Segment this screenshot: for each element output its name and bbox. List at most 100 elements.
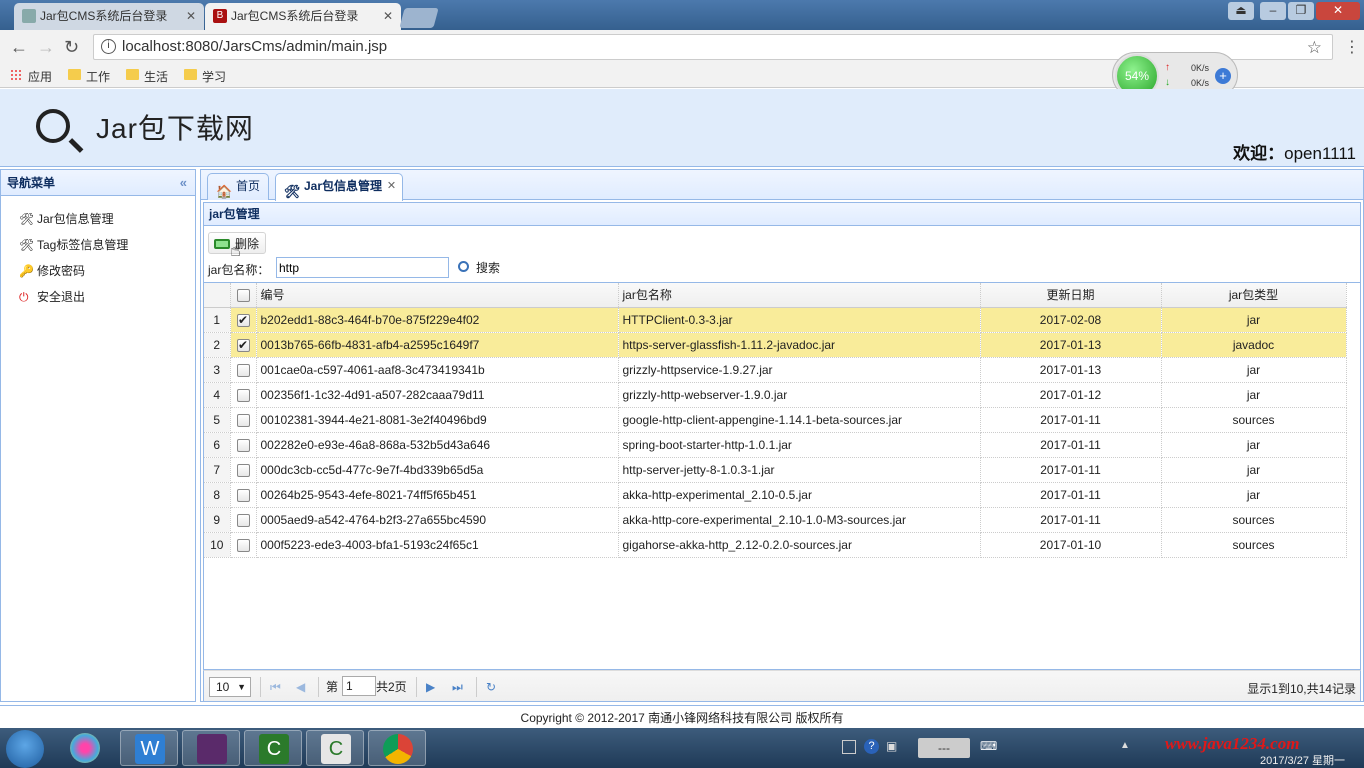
bookmark-star-icon[interactable]: ☆ (1307, 36, 1322, 60)
back-arrow-icon[interactable]: ← (10, 37, 28, 58)
info-icon[interactable]: i (101, 39, 116, 54)
row-checkbox[interactable] (236, 388, 250, 402)
browser-tab-1[interactable]: Jar包CMS系统后台登录 ✕ (14, 3, 204, 30)
row-checkbox[interactable] (236, 513, 250, 527)
bookmark-life[interactable]: 生活 (126, 68, 168, 85)
refresh-icon[interactable]: ↻ (486, 677, 496, 697)
cell-id: 000dc3cb-cc5d-477c-9e7f-4bd339b65d5a (256, 457, 619, 483)
close-window-button[interactable]: ✕ (1316, 2, 1360, 20)
nav-item-jar-info[interactable]: 🛠 Jar包信息管理 (1, 206, 195, 232)
page-size-select[interactable]: 10 ▼ (209, 677, 251, 697)
show-hidden-icons-icon[interactable]: ▲ (1120, 740, 1130, 751)
cell-date: 2017-01-12 (980, 382, 1162, 408)
row-checkbox-cell[interactable]: ✔ (230, 307, 257, 333)
select-all-checkbox[interactable] (236, 288, 250, 302)
close-tab-icon[interactable]: ✕ (387, 174, 396, 199)
user-icon[interactable]: ⏏ (1228, 2, 1254, 20)
keyboard-icon[interactable]: ⌨ (980, 739, 997, 753)
row-checkbox[interactable] (236, 463, 250, 477)
select-all-checkbox-cell[interactable] (230, 283, 257, 308)
forward-arrow-icon[interactable]: → (37, 37, 55, 58)
row-checkbox[interactable] (236, 488, 250, 502)
bookmark-apps[interactable]: 应用 (10, 68, 52, 85)
table-row[interactable]: 9 0005aed9-a542-4764-b2f3-27a655bc4590 akk… (204, 507, 1347, 533)
bookmark-work[interactable]: 工作 (68, 68, 110, 85)
reload-icon[interactable]: ↻ (64, 37, 79, 58)
column-header-date[interactable]: 更新日期 (980, 283, 1162, 308)
cell-id: 002282e0-e93e-46a8-868a-532b5d43a646 (256, 432, 619, 458)
taskbar-app-camtasia-2[interactable]: C (306, 730, 364, 766)
last-page-icon[interactable]: ⏭ (452, 677, 463, 697)
row-checkbox-cell[interactable]: ✔ (230, 332, 257, 358)
tab-jar-info[interactable]: 🛠 Jar包信息管理 ✕ (275, 173, 404, 201)
browser-menu-icon[interactable]: ⋮ (1344, 37, 1360, 57)
row-checkbox-cell[interactable] (230, 507, 257, 533)
search-icon (458, 261, 469, 272)
tray-icon[interactable] (842, 740, 856, 754)
minimize-button[interactable]: – (1260, 2, 1286, 20)
tray-icon[interactable]: ▣ (886, 739, 897, 753)
table-row[interactable]: 4 002356f1-1c32-4d91-a507-282caaa79d11 gri… (204, 382, 1347, 408)
search-input[interactable] (276, 257, 449, 278)
start-button[interactable] (6, 730, 44, 768)
column-header-type[interactable]: jar包类型 (1161, 283, 1347, 308)
table-row[interactable]: 1 ✔ b202edd1-88c3-464f-b70e-875f229e4f02 HT… (204, 307, 1347, 333)
table-row[interactable]: 3 001cae0a-c597-4061-aaf8-3c473419341b gri… (204, 357, 1347, 383)
row-checkbox-cell[interactable] (230, 382, 257, 408)
collapse-icon[interactable]: « (180, 170, 187, 196)
maximize-button[interactable]: ❐ (1288, 2, 1314, 20)
row-checkbox[interactable] (236, 438, 250, 452)
close-tab-icon[interactable]: ✕ (186, 3, 196, 30)
prev-page-icon[interactable]: ◀ (296, 677, 305, 697)
row-checkbox-cell[interactable] (230, 407, 257, 433)
row-checkbox[interactable]: ✔ (236, 338, 250, 352)
taskbar-app-1[interactable] (56, 730, 114, 766)
next-page-icon[interactable]: ▶ (426, 677, 435, 697)
nav-item-logout[interactable]: ⏻ 安全退出 (1, 284, 195, 310)
taskbar-app-wps[interactable]: W (120, 730, 178, 766)
browser-tab-2[interactable]: B Jar包CMS系统后台登录 ✕ (205, 3, 401, 30)
footer-copyright: Copyright © 2012-2017 南通小锋网络科技有限公司 版权所有 (0, 705, 1364, 729)
row-checkbox[interactable] (236, 413, 250, 427)
search-label: jar包名称： (208, 263, 270, 277)
row-number-header (204, 283, 231, 308)
key-icon: 🔑 (19, 264, 34, 278)
table-row[interactable]: 2 ✔ 0013b765-66fb-4831-afb4-a2595c1649f7 ht… (204, 332, 1347, 358)
row-checkbox[interactable] (236, 538, 250, 552)
cell-type: sources (1161, 407, 1347, 433)
column-header-name[interactable]: jar包名称 (618, 283, 981, 308)
bookmark-study[interactable]: 学习 (184, 68, 226, 85)
taskbar-clock[interactable]: 2017/3/27 星期一 (1260, 752, 1345, 768)
plus-icon[interactable]: + (1215, 68, 1231, 84)
nav-item-change-password[interactable]: 🔑 修改密码 (1, 258, 195, 284)
row-checkbox-cell[interactable] (230, 457, 257, 483)
input-method-indicator[interactable]: --- (918, 738, 970, 758)
column-header-id[interactable]: 编号 (256, 283, 619, 308)
page-number-input[interactable]: 1 (342, 676, 376, 696)
row-checkbox[interactable] (236, 363, 250, 377)
row-checkbox-cell[interactable] (230, 432, 257, 458)
table-row[interactable]: 7 000dc3cb-cc5d-477c-9e7f-4bd339b65d5a htt… (204, 457, 1347, 483)
nav-item-tag-info[interactable]: 🛠 Tag标签信息管理 (1, 232, 195, 258)
row-checkbox-cell[interactable] (230, 532, 257, 558)
table-row[interactable]: 6 002282e0-e93e-46a8-868a-532b5d43a646 spr… (204, 432, 1347, 458)
row-checkbox[interactable]: ✔ (236, 313, 250, 327)
table-row[interactable]: 10 000f5223-ede3-4003-bfa1-5193c24f65c1 gi… (204, 532, 1347, 558)
windows-taskbar: W C C ? ▣ --- ⌨ ▲ (0, 728, 1364, 768)
help-icon[interactable]: ? (864, 739, 879, 754)
cell-id: 0005aed9-a542-4764-b2f3-27a655bc4590 (256, 507, 619, 533)
new-tab-button[interactable] (399, 8, 439, 28)
table-row[interactable]: 5 00102381-3944-4e21-8081-3e2f40496bd9 goo… (204, 407, 1347, 433)
table-row[interactable]: 8 00264b25-9543-4efe-8021-74ff5f65b451 akk… (204, 482, 1347, 508)
taskbar-app-chrome[interactable] (368, 730, 426, 766)
row-checkbox-cell[interactable] (230, 482, 257, 508)
taskbar-app-idea[interactable] (182, 730, 240, 766)
taskbar-app-camtasia-1[interactable]: C (244, 730, 302, 766)
tab-home[interactable]: 🏠 首页 (207, 173, 270, 200)
cell-name: grizzly-httpservice-1.9.27.jar (618, 357, 981, 383)
search-button[interactable]: 搜索 (458, 258, 500, 278)
row-checkbox-cell[interactable] (230, 357, 257, 383)
first-page-icon[interactable]: ⏮ (270, 677, 281, 697)
cell-date: 2017-01-11 (980, 432, 1162, 458)
close-tab-icon[interactable]: ✕ (383, 3, 393, 30)
